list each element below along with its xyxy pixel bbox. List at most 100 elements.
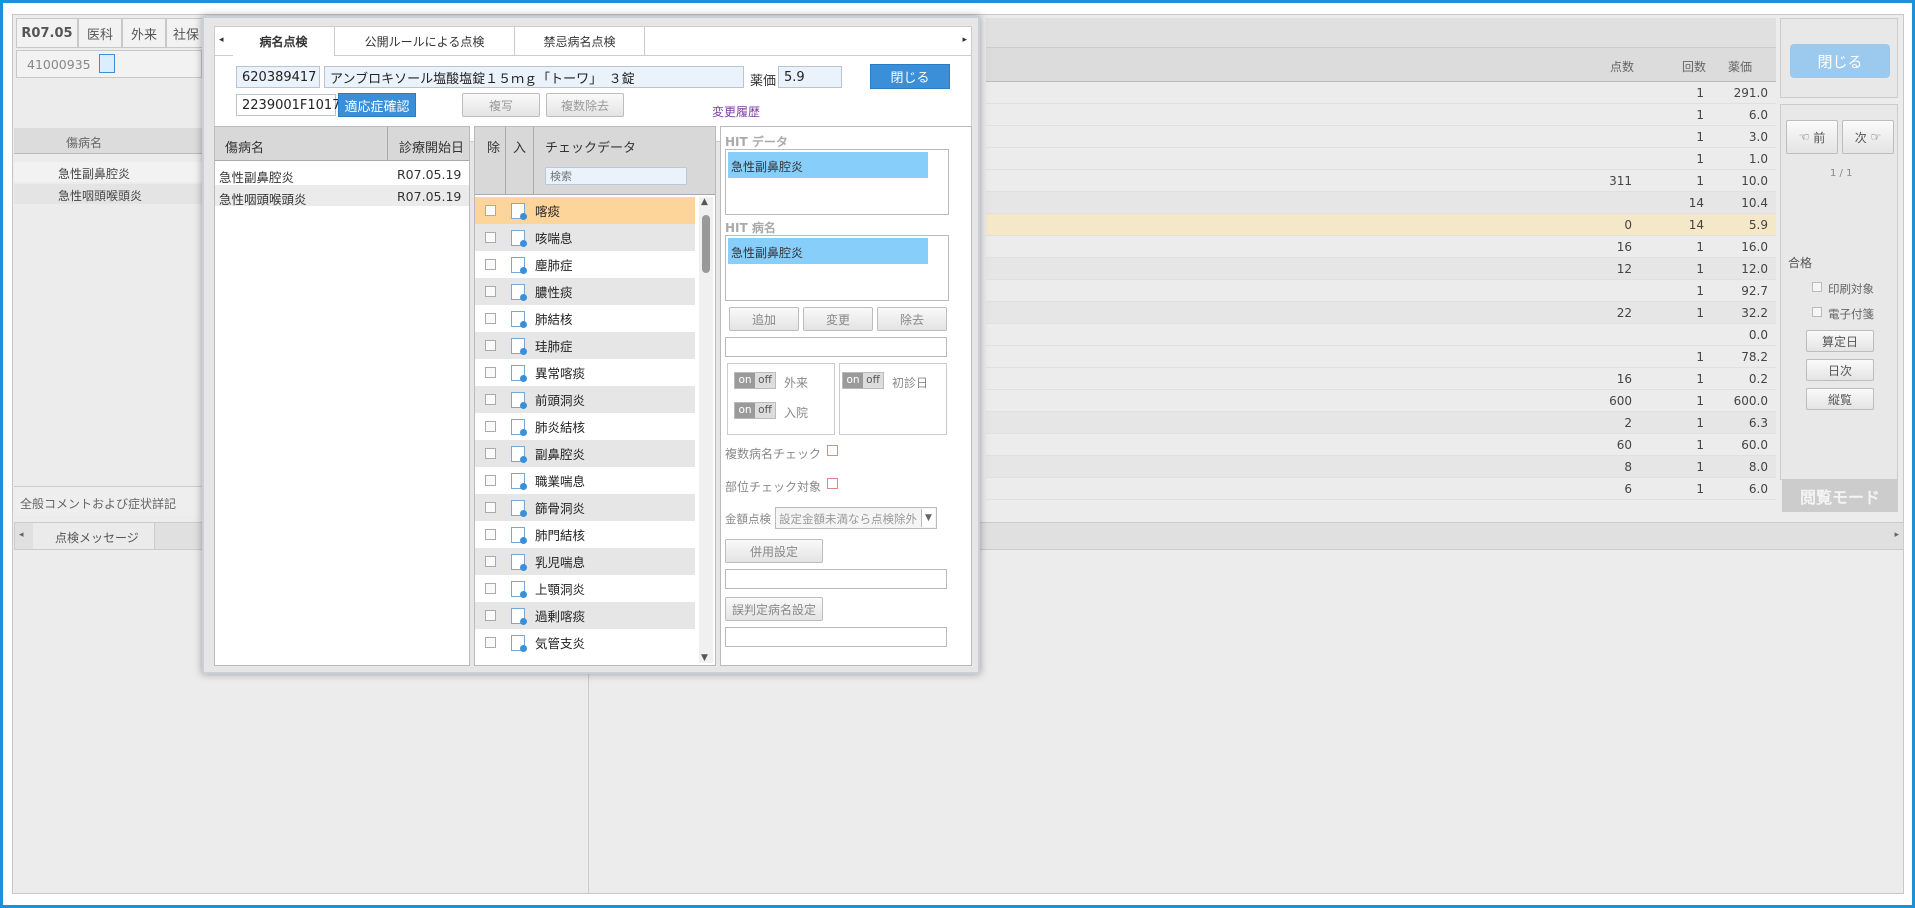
grid-row[interactable]: 2 1 6.3: [986, 412, 1776, 434]
scroll-down-icon[interactable]: ▼: [701, 653, 708, 663]
check-data-row[interactable]: 乳児喘息: [475, 548, 695, 575]
dialog-disease-row[interactable]: 急性咽頭喉頭炎 R07.05.19: [215, 185, 469, 207]
next-button[interactable]: 次 ☞: [1842, 120, 1894, 154]
exclude-checkbox[interactable]: [485, 205, 496, 216]
copy-button[interactable]: 複写: [462, 93, 540, 117]
grid-row[interactable]: 1 78.2: [986, 346, 1776, 368]
price-field[interactable]: 5.9: [778, 66, 842, 88]
hit-text-field[interactable]: [725, 337, 947, 357]
add-document-icon[interactable]: [511, 445, 527, 463]
add-document-icon[interactable]: [511, 337, 527, 355]
outpatient-toggle[interactable]: on off: [734, 372, 776, 389]
chevron-down-icon[interactable]: ▼: [921, 509, 935, 527]
grid-row[interactable]: 1 291.0: [986, 82, 1776, 104]
combo-setting-button[interactable]: 併用設定: [725, 539, 823, 563]
hit-name-box[interactable]: 急性副鼻腔炎: [725, 235, 949, 301]
change-history-link[interactable]: 変更履歴: [712, 103, 760, 120]
check-data-row[interactable]: 咳喘息: [475, 224, 695, 251]
check-data-row[interactable]: 珪肺症: [475, 332, 695, 359]
add-document-icon[interactable]: [511, 553, 527, 571]
exclude-checkbox[interactable]: [485, 313, 496, 324]
add-document-icon[interactable]: [511, 526, 527, 544]
scroll-up-icon[interactable]: ▲: [701, 197, 708, 207]
left-disease-row[interactable]: 急性咽頭喉頭炎: [14, 184, 202, 204]
exclude-checkbox[interactable]: [485, 448, 496, 459]
exclude-checkbox[interactable]: [485, 583, 496, 594]
e-attach-checkbox[interactable]: [1812, 307, 1822, 317]
exclude-checkbox[interactable]: [485, 394, 496, 405]
drug-code-field[interactable]: 620389417: [236, 66, 320, 88]
inpatient-toggle[interactable]: on off: [734, 402, 776, 419]
add-document-icon[interactable]: [511, 499, 527, 517]
tab-disease-check[interactable]: 病名点検: [233, 27, 335, 56]
daily-button[interactable]: 日次: [1806, 359, 1874, 381]
add-document-icon[interactable]: [511, 634, 527, 652]
check-data-row[interactable]: 膿性痰: [475, 278, 695, 305]
check-data-row[interactable]: 前頭洞炎: [475, 386, 695, 413]
hit-data-item[interactable]: 急性副鼻腔炎: [728, 152, 928, 178]
exclude-checkbox[interactable]: [485, 259, 496, 270]
dialog-close-button[interactable]: 閉じる: [870, 64, 950, 89]
misjudge-setting-button[interactable]: 誤判定病名設定: [725, 597, 823, 621]
multi-disease-checkbox[interactable]: [827, 445, 838, 456]
exclude-checkbox[interactable]: [485, 232, 496, 243]
check-data-row[interactable]: 副鼻腔炎: [475, 440, 695, 467]
grid-row[interactable]: 1 3.0: [986, 126, 1776, 148]
add-document-icon[interactable]: [511, 418, 527, 436]
add-document-icon[interactable]: [511, 283, 527, 301]
scroll-left-icon[interactable]: ◂: [19, 530, 24, 540]
check-data-row[interactable]: 篩骨洞炎: [475, 494, 695, 521]
check-data-row[interactable]: 塵肺症: [475, 251, 695, 278]
indication-button[interactable]: 適応症確認: [338, 93, 416, 117]
grid-row[interactable]: 1 6.0: [986, 104, 1776, 126]
change-button[interactable]: 変更: [803, 307, 873, 331]
grid-row[interactable]: 311 1 10.0: [986, 170, 1776, 192]
add-button[interactable]: 追加: [729, 307, 799, 331]
message-tab[interactable]: 点検メッセージ: [33, 523, 155, 549]
exclude-checkbox[interactable]: [485, 610, 496, 621]
first-visit-toggle[interactable]: on off: [842, 372, 884, 389]
exclude-checkbox[interactable]: [485, 502, 496, 513]
add-document-icon[interactable]: [511, 364, 527, 382]
hit-name-item[interactable]: 急性副鼻腔炎: [728, 238, 928, 264]
exclude-checkbox[interactable]: [485, 475, 496, 486]
print-target-checkbox[interactable]: [1812, 282, 1822, 292]
scroll-right-icon[interactable]: ▸: [1894, 530, 1899, 540]
close-button[interactable]: 閉じる: [1790, 44, 1890, 78]
exclude-checkbox[interactable]: [485, 340, 496, 351]
add-document-icon[interactable]: [511, 607, 527, 625]
scroll-thumb[interactable]: [702, 215, 710, 273]
grid-row[interactable]: 16 1 16.0: [986, 236, 1776, 258]
drug-name-field[interactable]: アンブロキソール塩酸塩錠１５ｍｇ「トーワ」 ３錠: [324, 66, 744, 88]
add-document-icon[interactable]: [511, 229, 527, 247]
yj-code-field[interactable]: 2239001F1017: [236, 94, 340, 116]
add-document-icon[interactable]: [511, 256, 527, 274]
check-data-row[interactable]: 上顎洞炎: [475, 575, 695, 602]
exclude-checkbox[interactable]: [485, 286, 496, 297]
remove-button[interactable]: 除去: [877, 307, 947, 331]
check-data-row[interactable]: 肺門結核: [475, 521, 695, 548]
hit-data-box[interactable]: 急性副鼻腔炎: [725, 149, 949, 215]
multi-remove-button[interactable]: 複数除去: [546, 93, 624, 117]
tab-contraindication-check[interactable]: 禁忌病名点検: [515, 27, 645, 56]
tab-scroll-right-icon[interactable]: ▸: [962, 35, 967, 45]
add-document-icon[interactable]: [511, 202, 527, 220]
add-document-icon[interactable]: [511, 310, 527, 328]
comment-section[interactable]: 全般コメントおよび症状詳記: [14, 486, 202, 516]
document-icon[interactable]: [99, 54, 115, 73]
add-document-icon[interactable]: [511, 580, 527, 598]
exclude-checkbox[interactable]: [485, 421, 496, 432]
combo-text-field[interactable]: [725, 569, 947, 589]
check-data-row[interactable]: 喀痰: [475, 197, 695, 224]
tab-public-rule-check[interactable]: 公開ルールによる点検: [335, 27, 515, 56]
check-data-row[interactable]: 肺炎結核: [475, 413, 695, 440]
exclude-checkbox[interactable]: [485, 529, 496, 540]
grid-row[interactable]: 6 1 6.0: [986, 478, 1776, 500]
grid-row[interactable]: 12 1 12.0: [986, 258, 1776, 280]
grid-row[interactable]: 8 1 8.0: [986, 456, 1776, 478]
misjudge-text-field[interactable]: [725, 627, 947, 647]
grid-row[interactable]: 60 1 60.0: [986, 434, 1776, 456]
amount-check-select[interactable]: 設定金額未満なら点検除外: [775, 507, 937, 529]
grid-row[interactable]: 1 92.7: [986, 280, 1776, 302]
exclude-checkbox[interactable]: [485, 556, 496, 567]
